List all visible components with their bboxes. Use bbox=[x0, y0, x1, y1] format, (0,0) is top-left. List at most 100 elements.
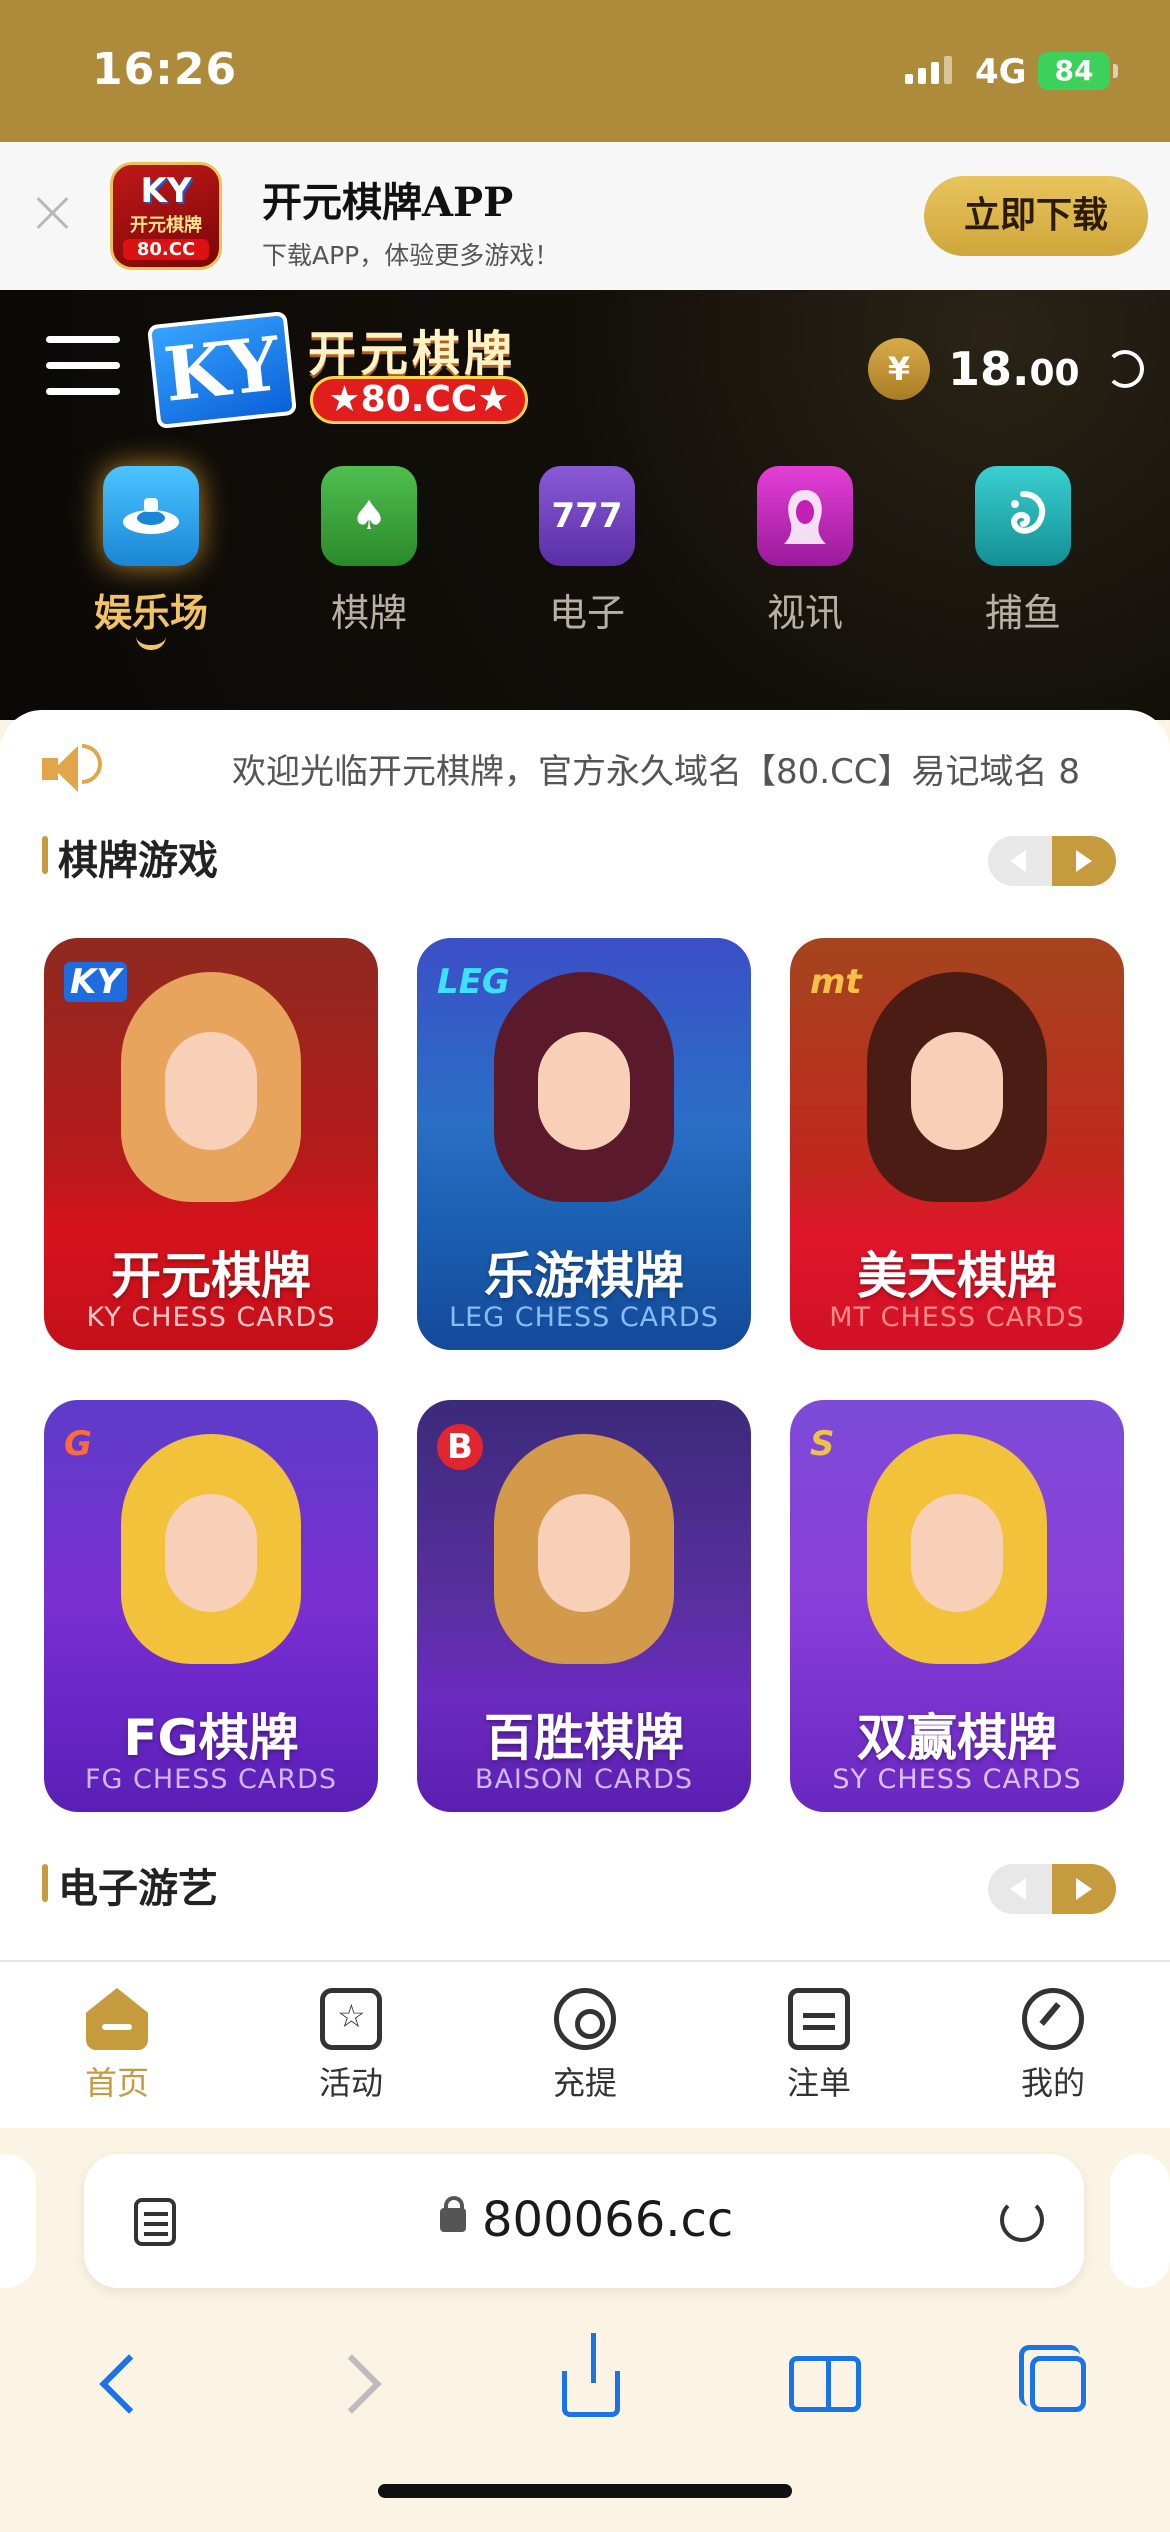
provider-logo: mt bbox=[810, 962, 862, 1002]
game-name: 乐游棋牌 bbox=[484, 1247, 684, 1305]
url-text[interactable]: 800066.cc bbox=[482, 2192, 733, 2248]
address-bar[interactable]: 800066.cc bbox=[84, 2154, 1084, 2288]
game-name-en: SY CHESS CARDS bbox=[832, 1764, 1082, 1795]
spade-icon: ♠ bbox=[321, 466, 417, 566]
order-list-icon bbox=[788, 1988, 850, 2050]
tab-label: 注单 bbox=[786, 2064, 851, 2102]
status-time: 16:26 bbox=[92, 44, 238, 95]
casino-table-icon bbox=[103, 466, 199, 566]
game-name-en: KY CHESS CARDS bbox=[86, 1302, 336, 1333]
tab-profile[interactable]: 我的 bbox=[936, 1962, 1170, 2128]
slot-777-icon: 777 bbox=[539, 466, 635, 566]
prev-arrow-icon[interactable] bbox=[988, 836, 1052, 886]
notice-text: 欢迎光临开元棋牌，官方永久域名【80.CC】易记域名 8 bbox=[232, 752, 1080, 792]
provider-logo: S bbox=[810, 1424, 835, 1464]
previous-tab-pill[interactable] bbox=[0, 2154, 36, 2288]
chess-pager bbox=[988, 836, 1128, 886]
site-header: KY 开元棋牌 ★80.CC★ ¥ 18.00 娱乐场 ♠ 棋牌 777 电子 … bbox=[0, 290, 1170, 720]
category-fishing[interactable]: 捕鱼 bbox=[914, 466, 1132, 637]
provider-logo: LEG bbox=[437, 962, 510, 1002]
lock-icon bbox=[440, 2196, 466, 2232]
tab-orders[interactable]: 注单 bbox=[702, 1962, 936, 2128]
brand-domain: ★80.CC★ bbox=[310, 376, 528, 424]
status-bar: 16:26 4G 84 bbox=[0, 0, 1170, 142]
refresh-balance-icon[interactable] bbox=[1105, 350, 1144, 388]
hamburger-menu-icon[interactable] bbox=[46, 336, 120, 396]
slots-pager bbox=[988, 1864, 1128, 1914]
brand-logo[interactable]: KY 开元棋牌 ★80.CC★ bbox=[146, 310, 532, 430]
provider-logo: G bbox=[64, 1424, 92, 1464]
live-dealer-icon bbox=[757, 466, 853, 566]
tab-label: 我的 bbox=[1020, 2064, 1085, 2102]
character-art bbox=[494, 972, 674, 1202]
app-banner-subtitle: 下载APP，体验更多游戏！ bbox=[262, 241, 560, 270]
app-logo: KY 开元棋牌 80.CC bbox=[110, 162, 222, 270]
category-slots[interactable]: 777 电子 bbox=[478, 466, 696, 637]
category-chess[interactable]: ♠ 棋牌 bbox=[260, 466, 478, 637]
category-label: 棋牌 bbox=[330, 591, 407, 635]
tab-activity[interactable]: 活动 bbox=[234, 1962, 468, 2128]
game-name-en: MT CHESS CARDS bbox=[829, 1302, 1085, 1333]
tab-deposit[interactable]: 充提 bbox=[468, 1962, 702, 2128]
back-icon[interactable] bbox=[84, 2349, 154, 2419]
notice-marquee[interactable]: 欢迎光临开元棋牌，官方永久域名【80.CC】易记域名 8 bbox=[42, 732, 1142, 808]
home-indicator bbox=[378, 2484, 792, 2498]
next-tab-pill[interactable] bbox=[1110, 2154, 1170, 2288]
next-arrow-icon[interactable] bbox=[1052, 836, 1116, 886]
game-name-en: BAISON CARDS bbox=[474, 1764, 694, 1795]
category-casino[interactable]: 娱乐场 bbox=[42, 466, 260, 650]
chess-games-grid: KY 开元棋牌 KY CHESS CARDS LEG 乐游棋牌 LEG CHES… bbox=[44, 938, 1128, 1812]
battery-icon: 84 bbox=[1038, 52, 1118, 90]
share-icon[interactable] bbox=[561, 2333, 620, 2417]
close-icon[interactable] bbox=[30, 190, 76, 236]
download-button[interactable]: 立即下载 bbox=[924, 176, 1148, 256]
game-name-en: FG CHESS CARDS bbox=[84, 1764, 338, 1795]
page-menu-icon[interactable] bbox=[134, 2198, 176, 2246]
signal-icon bbox=[905, 56, 952, 84]
tab-label: 活动 bbox=[318, 2064, 383, 2102]
category-live[interactable]: 视讯 bbox=[696, 466, 914, 637]
tabs-icon[interactable] bbox=[1018, 2345, 1086, 2412]
active-indicator bbox=[136, 636, 166, 650]
game-name: 双赢棋牌 bbox=[857, 1709, 1057, 1767]
game-name: 美天棋牌 bbox=[857, 1247, 1057, 1305]
wallet-balance: ¥ 18.00 bbox=[868, 338, 1144, 400]
app-banner-title: 开元棋牌APP bbox=[262, 179, 514, 226]
game-card-leg[interactable]: LEG 乐游棋牌 LEG CHESS CARDS bbox=[417, 938, 751, 1350]
reload-icon[interactable] bbox=[1000, 2198, 1044, 2242]
network-type: 4G bbox=[975, 52, 1027, 92]
brand-ky: KY bbox=[146, 310, 298, 430]
browser-nav-row bbox=[0, 2324, 1170, 2444]
tab-label: 充提 bbox=[552, 2064, 617, 2102]
section-title-chess: 棋牌游戏 bbox=[42, 828, 218, 886]
main-content: 欢迎光临开元棋牌，官方永久域名【80.CC】易记域名 8 棋牌游戏 KY 开元棋… bbox=[0, 710, 1170, 1960]
game-card-sy[interactable]: S 双赢棋牌 SY CHESS CARDS bbox=[790, 1400, 1124, 1812]
home-icon bbox=[86, 1988, 148, 2050]
app-download-banner: KY 开元棋牌 80.CC 开元棋牌APP 下载APP，体验更多游戏！ 立即下载 bbox=[0, 142, 1170, 290]
category-nav: 娱乐场 ♠ 棋牌 777 电子 视讯 捕鱼 bbox=[42, 466, 1142, 650]
prev-arrow-icon[interactable] bbox=[988, 1864, 1052, 1914]
profile-icon bbox=[1022, 1988, 1084, 2050]
game-card-fg[interactable]: G FG棋牌 FG CHESS CARDS bbox=[44, 1400, 378, 1812]
game-card-mt[interactable]: mt 美天棋牌 MT CHESS CARDS bbox=[790, 938, 1124, 1350]
provider-logo: B bbox=[437, 1424, 483, 1470]
speaker-waves bbox=[82, 744, 102, 784]
bookmarks-icon[interactable] bbox=[788, 2356, 861, 2412]
character-art bbox=[867, 972, 1047, 1202]
next-arrow-icon[interactable] bbox=[1052, 1864, 1116, 1914]
bottom-tab-bar: 首页 活动 充提 注单 我的 bbox=[0, 1960, 1170, 2128]
category-label: 电子 bbox=[548, 591, 625, 635]
forward-icon[interactable] bbox=[323, 2349, 393, 2419]
brand-name: 开元棋牌 bbox=[308, 326, 517, 382]
game-name: 开元棋牌 bbox=[111, 1247, 311, 1305]
game-card-ky[interactable]: KY 开元棋牌 KY CHESS CARDS bbox=[44, 938, 378, 1350]
tab-home[interactable]: 首页 bbox=[0, 1962, 234, 2128]
yen-coin-icon: ¥ bbox=[868, 338, 930, 400]
game-card-baison[interactable]: B 百胜棋牌 BAISON CARDS bbox=[417, 1400, 751, 1812]
balance-amount: 18.00 bbox=[948, 342, 1080, 396]
category-label: 捕鱼 bbox=[984, 591, 1061, 635]
character-art bbox=[494, 1434, 674, 1664]
character-art bbox=[121, 972, 301, 1202]
star-badge-icon bbox=[320, 1988, 382, 2050]
character-art bbox=[867, 1434, 1047, 1664]
